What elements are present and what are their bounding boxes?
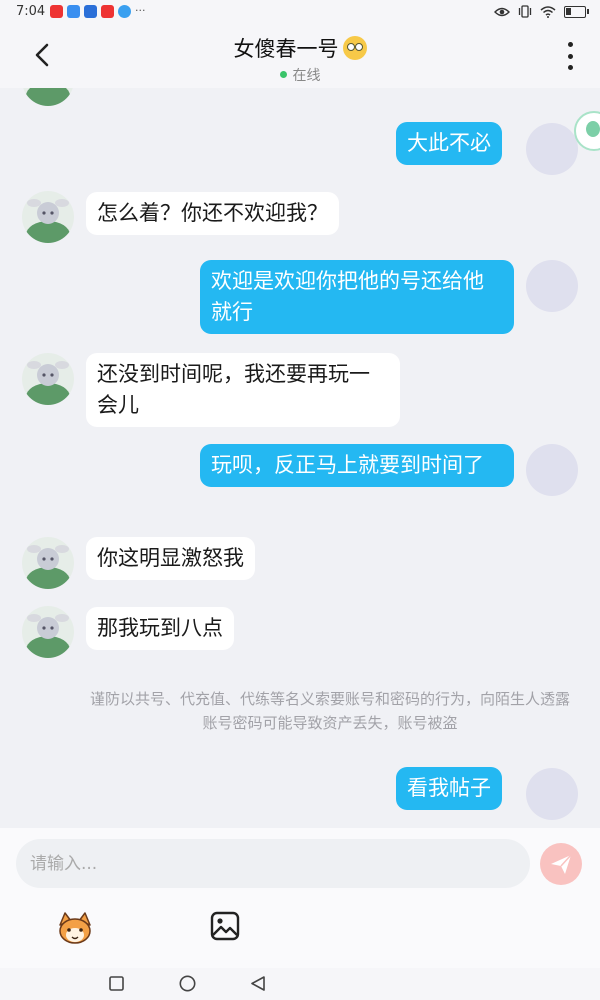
- more-vertical-icon[interactable]: [560, 42, 580, 70]
- message-bubble-me[interactable]: 大此不必: [396, 122, 502, 165]
- chat-title: 女傻春一号: [0, 33, 600, 63]
- message-bubble-me[interactable]: 欢迎是欢迎你把他的号还给他就行: [200, 260, 514, 334]
- my-avatar[interactable]: [526, 768, 578, 820]
- message-bubble-friend[interactable]: 还没到时间呢，我还要再玩一会儿: [86, 353, 400, 427]
- input-panel: [0, 828, 600, 968]
- friend-avatar[interactable]: [22, 537, 74, 589]
- notification-icons: ···: [50, 5, 146, 18]
- my-avatar[interactable]: [526, 123, 578, 175]
- chat-header: 女傻春一号 在线: [0, 24, 600, 88]
- image-icon[interactable]: [209, 910, 241, 942]
- message-input-box[interactable]: [16, 839, 530, 888]
- battery-icon: [564, 5, 589, 18]
- vibrate-icon: [518, 5, 532, 18]
- friend-avatar[interactable]: [22, 353, 74, 405]
- eye-icon: [494, 7, 510, 16]
- message-bubble-me[interactable]: 看我帖子: [396, 767, 502, 810]
- nav-home-icon[interactable]: [179, 975, 196, 992]
- online-status-text: 在线: [292, 68, 321, 84]
- emoji-mascot-icon[interactable]: [56, 909, 94, 947]
- cloud-notification-icon: [67, 5, 80, 18]
- message-list[interactable]: 大此不必 怎么着？你还不欢迎我？ 欢迎是欢迎你把他的号还给他就行 还没到时间呢，…: [0, 54, 600, 828]
- floating-assistant-button[interactable]: [574, 111, 600, 151]
- app-notification-icon: [50, 5, 63, 18]
- app-notification-icon: [101, 5, 114, 18]
- friend-avatar[interactable]: [22, 191, 74, 243]
- message-bubble-me[interactable]: 玩呗，反正马上就要到时间了: [200, 444, 514, 487]
- message-bubble-friend[interactable]: 你这明显激怒我: [86, 537, 255, 580]
- contact-name: 女傻春一号: [233, 37, 339, 61]
- send-icon: [551, 854, 572, 874]
- friend-avatar[interactable]: [22, 606, 74, 658]
- app-notification-icon: [84, 5, 97, 18]
- online-dot: [279, 71, 287, 78]
- nav-recent-icon[interactable]: [109, 976, 124, 991]
- online-status: 在线: [0, 65, 600, 85]
- message-bubble-friend[interactable]: 怎么着？你还不欢迎我？: [86, 192, 339, 235]
- eye-roll-emoji-icon: [342, 36, 367, 60]
- send-button[interactable]: [540, 843, 582, 885]
- status-time: 7:04: [16, 4, 46, 19]
- my-avatar[interactable]: [526, 444, 578, 496]
- browser-notification-icon: [118, 5, 131, 18]
- message-input[interactable]: [16, 839, 530, 888]
- status-bar: 7:04 ···: [0, 0, 600, 24]
- message-bubble-friend[interactable]: 那我玩到八点: [86, 607, 234, 650]
- system-nav-bar: [0, 968, 600, 1000]
- more-notifications: ···: [135, 4, 146, 17]
- nav-back-icon[interactable]: [250, 975, 266, 992]
- security-notice: 谨防以共号、代充值、代练等名义索要账号和密码的行为，向陌生人透露账号密码可能导致…: [90, 690, 571, 732]
- wifi-icon: [540, 5, 556, 18]
- my-avatar[interactable]: [526, 260, 578, 312]
